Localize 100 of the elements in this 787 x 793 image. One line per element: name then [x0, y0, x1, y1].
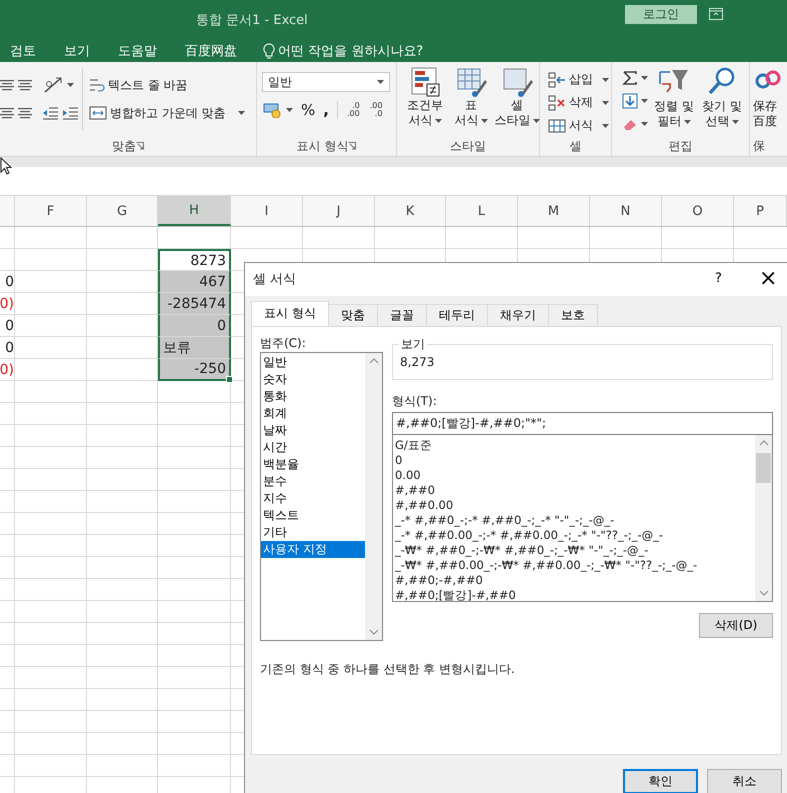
caret-icon	[602, 100, 609, 104]
ribbon-tab[interactable]: 검토	[10, 42, 36, 60]
merge-center-icon	[89, 105, 107, 121]
group-label: 표시 형식	[296, 138, 348, 154]
format-item[interactable]: #,##0;[빨강]-#,##0	[395, 588, 755, 603]
format-item[interactable]: #,##0;-#,##0	[395, 572, 755, 588]
caret-icon	[377, 80, 384, 84]
category-item[interactable]: 날짜	[261, 422, 365, 439]
table-cell: 보류	[158, 337, 231, 359]
format-list[interactable]	[392, 434, 773, 602]
format-item[interactable]: _-* #,##0.00_-;-* #,##0.00_-;_-* "-"??_-;_-@_-	[395, 528, 755, 543]
align-icon	[18, 106, 32, 120]
group-label: 맞춤	[112, 138, 136, 154]
caret-icon	[602, 124, 609, 128]
ok-button[interactable]: 확인	[623, 769, 698, 793]
ribbon-tab[interactable]: 도움말	[118, 42, 157, 60]
editing-button[interactable]: 찾기 및 선택	[698, 62, 746, 136]
dialog-tab[interactable]: 표시 형식	[251, 300, 329, 326]
fill-handle[interactable]	[226, 376, 233, 383]
caret-icon	[641, 76, 648, 80]
decrease-decimal-button[interactable]: .00 .0	[366, 102, 386, 118]
conditional-format-icon	[409, 66, 441, 98]
format-input-field[interactable]: #,##0;[빨강]-#,##0;"*";	[392, 412, 773, 435]
editing-button[interactable]: 정렬 및 필터	[650, 62, 698, 136]
column-header[interactable]: P	[734, 196, 787, 226]
format-item[interactable]: G/표준	[395, 438, 755, 453]
format-item[interactable]: _-* #,##0_-;-* #,##0_-;_-* "-"_-;_-@_-	[395, 512, 755, 528]
restore-icon	[709, 8, 723, 20]
caret-icon	[67, 83, 74, 87]
format-item[interactable]: #,##0.00	[395, 498, 755, 513]
caret-icon	[434, 118, 442, 122]
fill-down-icon	[622, 92, 638, 108]
category-item[interactable]: 기타	[261, 524, 365, 541]
wrap-text-icon	[89, 77, 105, 93]
group-label: 편집	[668, 138, 692, 154]
wrap-text-button[interactable]: 텍스트 줄 바꿈	[87, 70, 247, 100]
dialog-launcher-icon	[348, 142, 356, 150]
lightbulb-icon	[263, 43, 275, 59]
style-button[interactable]: 셀 스타일	[495, 62, 539, 136]
cells-button[interactable]: 삽입	[546, 68, 611, 91]
category-item[interactable]: 회계	[261, 404, 365, 422]
increase-decimal-button[interactable]: .0 .00	[344, 102, 363, 118]
category-item[interactable]: 통화	[261, 388, 365, 405]
sample-value: 8,273	[400, 354, 434, 369]
caret-icon	[732, 120, 738, 124]
cancel-button[interactable]: 취소	[707, 769, 782, 793]
category-item[interactable]: 숫자	[261, 370, 365, 388]
save-baidu-button[interactable]: 保存 百度	[750, 62, 785, 136]
window-title: 통합 문서1 - Excel	[196, 12, 308, 29]
tell-me-text[interactable]: 어떤 작업을 원하시나요?	[278, 42, 424, 60]
percent-button[interactable]: %	[299, 98, 318, 121]
format-item[interactable]: 0	[395, 452, 755, 468]
style-button[interactable]: 표 서식	[449, 62, 493, 136]
category-item[interactable]: 일반	[261, 354, 365, 371]
cells-button[interactable]: 서식	[546, 114, 611, 137]
format-item[interactable]: _-₩* #,##0_-;-₩* #,##0_-;_-₩* "-"_-;_-@_-	[395, 542, 755, 558]
category-list[interactable]: 일반 숫자 통화 회계 날짜 시간 백분율 분수 지수 텍스트 기타 사용자 지정	[260, 352, 383, 641]
category-item[interactable]: 텍스트	[261, 506, 365, 524]
table-cell: 8273	[158, 249, 231, 271]
style-button[interactable]: 조건부 서식	[403, 62, 447, 136]
category-item[interactable]: 사용자 지정	[261, 540, 365, 558]
delete-cells-icon	[548, 94, 566, 110]
sigma-icon	[622, 70, 638, 86]
cells-button[interactable]: 삭제	[546, 91, 611, 114]
merge-center-button[interactable]: 병합하고 가운데 맞춤	[87, 100, 247, 126]
caret-icon	[532, 118, 540, 122]
scroll-down-icon	[758, 590, 768, 596]
dialog-title: 셀 서식	[253, 271, 296, 288]
scroll-up-icon	[368, 358, 378, 364]
scroll-thumb[interactable]	[756, 452, 771, 483]
column-header[interactable]: I	[231, 196, 303, 226]
dialog-launcher-icon	[136, 142, 144, 150]
delete-button[interactable]: 삭제(D)	[699, 612, 773, 638]
format-item[interactable]: #,##0	[395, 482, 755, 498]
table-cell: 467	[158, 271, 231, 293]
format-item[interactable]: _-₩* #,##0.00_-;-₩* #,##0.00_-;_-₩* "-"??_-;_-@_-	[395, 558, 755, 573]
column-header[interactable]: K	[375, 196, 446, 226]
number-format-dropdown[interactable]: 일반	[262, 72, 390, 92]
category-item[interactable]: 백분율	[261, 456, 365, 473]
ribbon-tab[interactable]: 百度网盘	[185, 42, 237, 60]
column-header[interactable]: N	[590, 196, 662, 226]
category-item[interactable]: 분수	[261, 472, 365, 490]
column-header[interactable]: J	[303, 196, 375, 226]
column-header[interactable]: O	[662, 196, 734, 226]
close-button[interactable]: ×	[755, 265, 782, 293]
column-header[interactable]: L	[446, 196, 518, 226]
help-button[interactable]: ?	[715, 271, 722, 286]
column-header[interactable]: H	[158, 196, 231, 226]
caret-icon	[602, 78, 609, 82]
category-item[interactable]: 시간	[261, 438, 365, 456]
format-item[interactable]: 0.00	[395, 468, 755, 483]
insert-cells-icon	[548, 72, 566, 88]
ribbon-tab[interactable]: 보기	[64, 42, 90, 60]
column-header[interactable]: M	[518, 196, 590, 226]
login-button[interactable]: 로그인	[625, 5, 697, 24]
category-item[interactable]: 지수	[261, 490, 365, 507]
dialog-tab[interactable]: 보호	[548, 304, 598, 326]
comma-button[interactable]: ,	[321, 98, 331, 121]
align-icon	[18, 78, 32, 92]
column-header[interactable]: F	[15, 196, 87, 226]
